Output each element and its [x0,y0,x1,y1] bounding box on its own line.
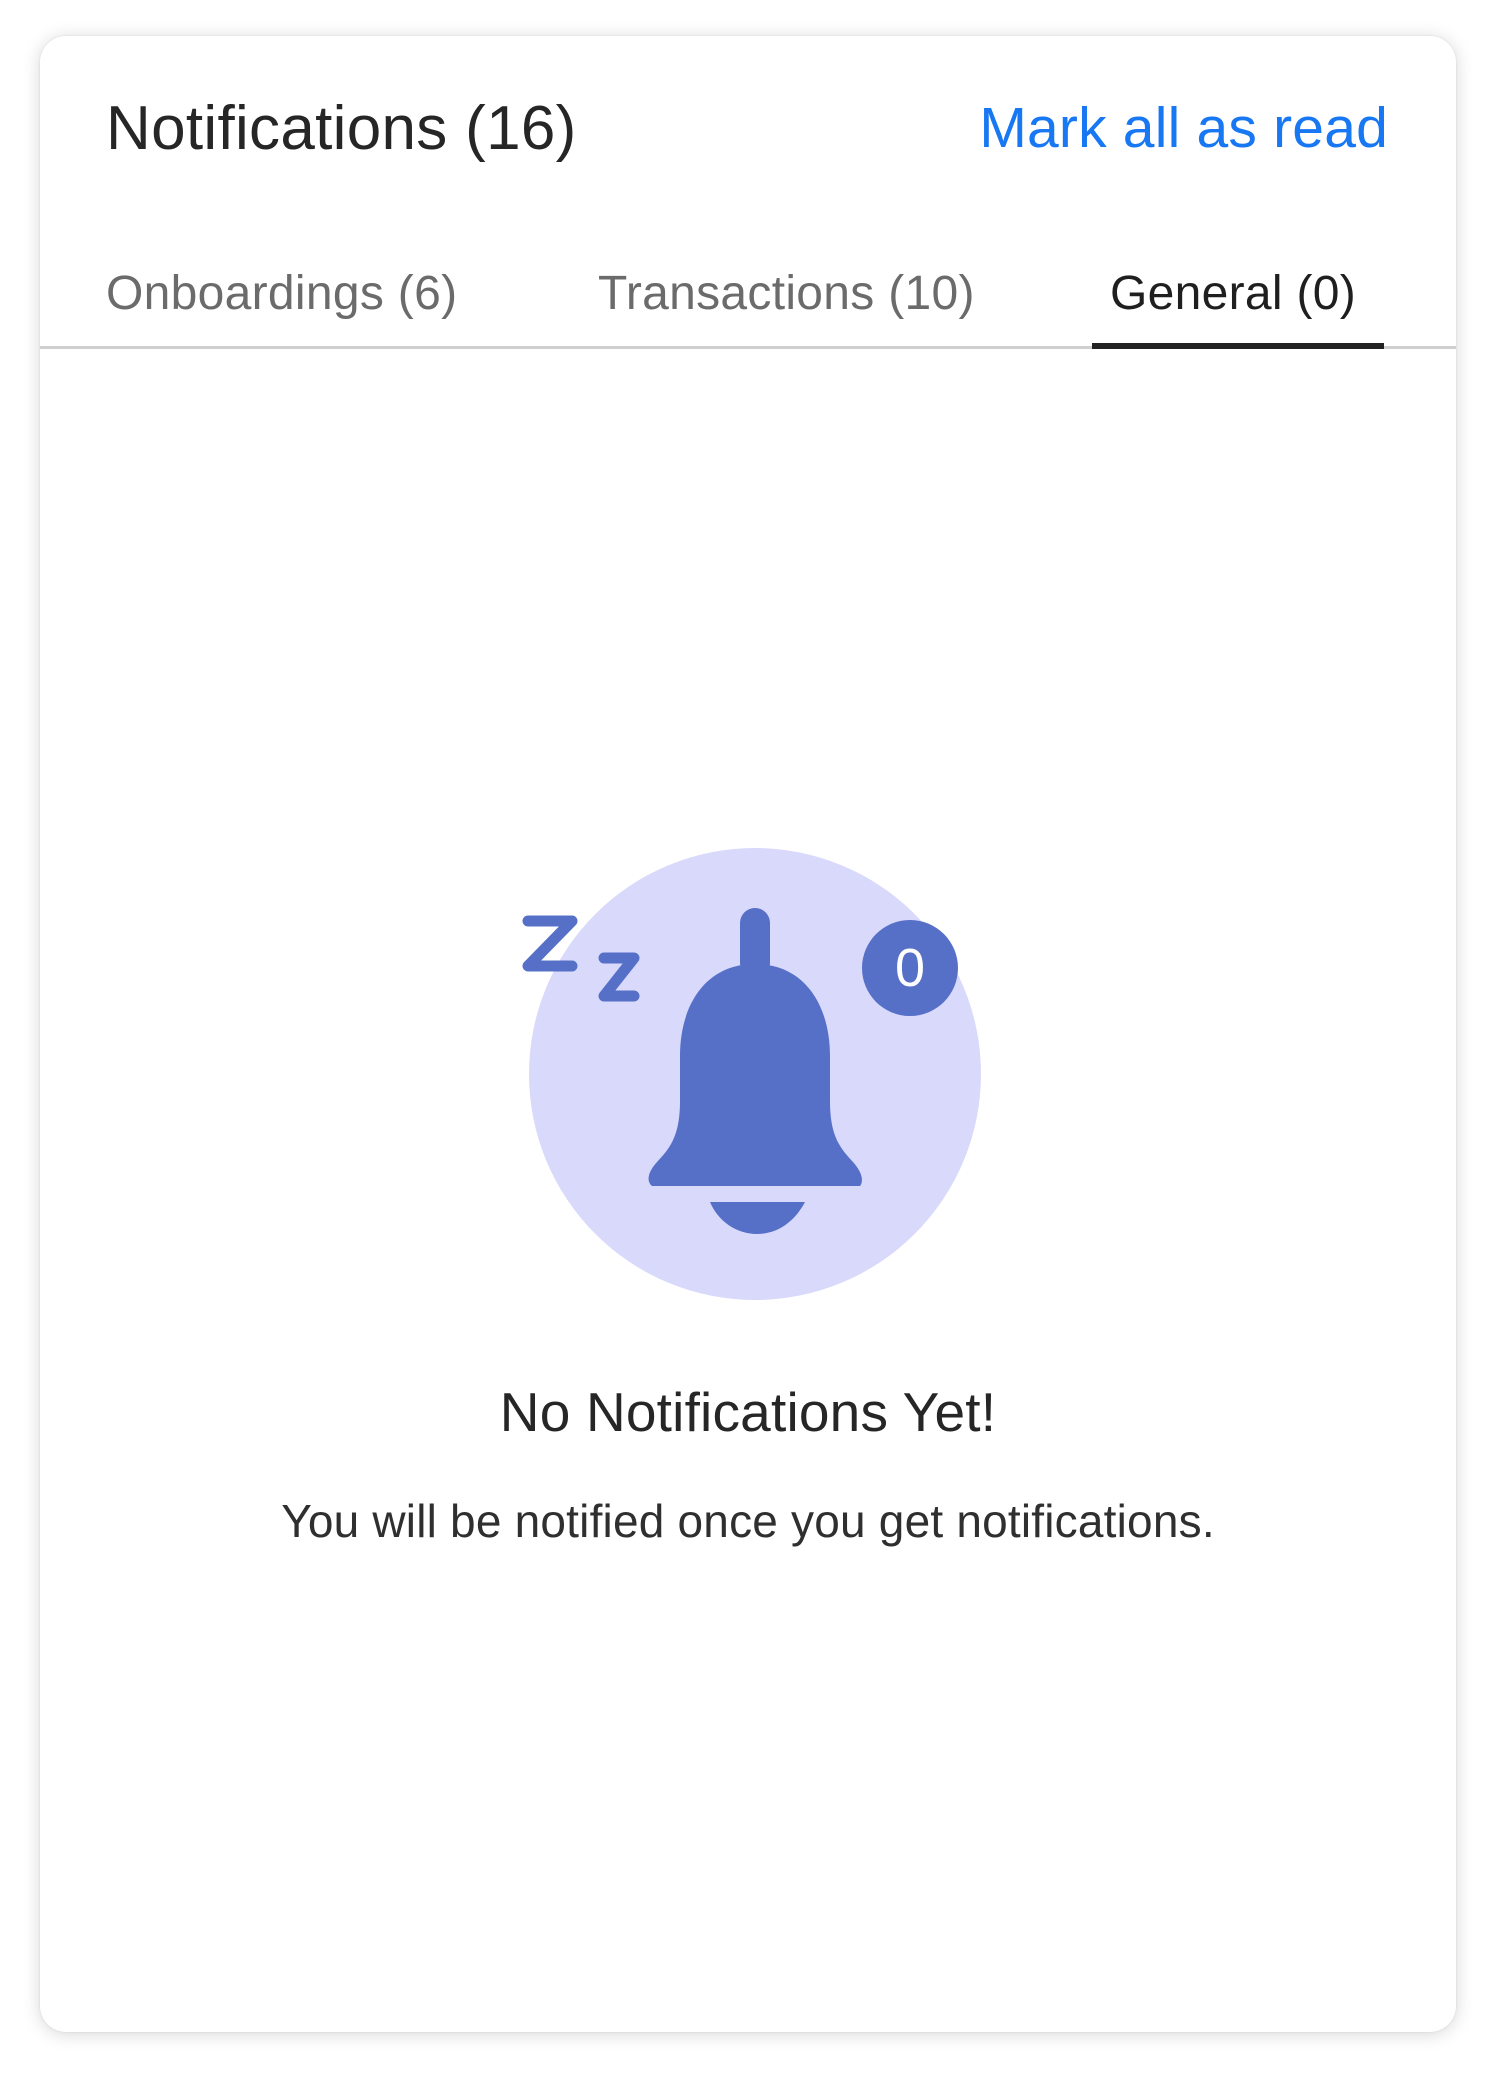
empty-state-subtitle: You will be notified once you get notifi… [281,1495,1215,1547]
tab-general[interactable]: General (0) [1110,266,1356,321]
panel-header: Notifications (16) Mark all as read [106,88,1388,168]
empty-state-title: No Notifications Yet! [499,1381,997,1443]
count-badge-value: 0 [895,938,925,998]
tab-onboardings[interactable]: Onboardings (6) [106,266,457,321]
mark-all-read-link[interactable]: Mark all as read [979,95,1388,161]
notifications-panel: Notifications (16) Mark all as read Onbo… [40,36,1456,2032]
tab-transactions[interactable]: Transactions (10) [598,266,975,321]
panel-title: Notifications (16) [106,93,577,163]
sleeping-bell-icon: 0 [522,848,981,1300]
count-badge: 0 [862,920,958,1016]
active-tab-indicator [1092,343,1384,349]
tab-bar: Onboardings (6) Transactions (10) Genera… [40,236,1456,349]
